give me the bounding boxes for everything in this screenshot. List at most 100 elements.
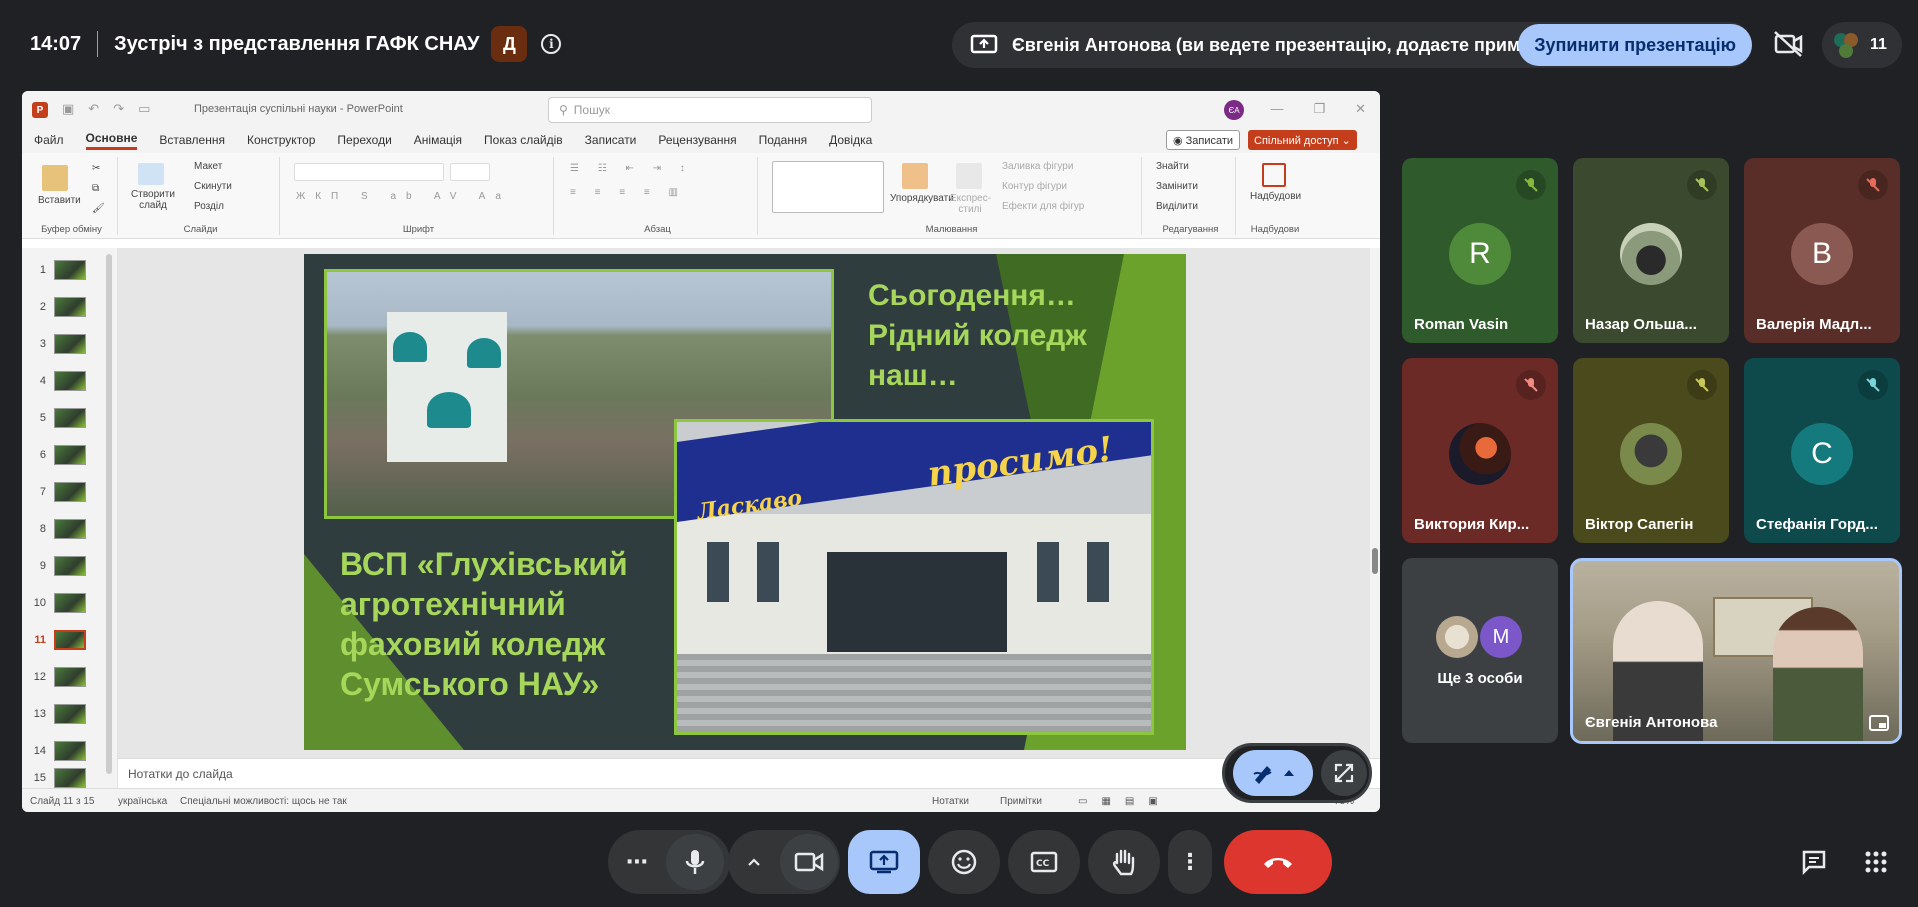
- copy-icon[interactable]: ⧉: [92, 183, 99, 194]
- thumbnail[interactable]: 8: [30, 517, 110, 541]
- present-icon[interactable]: ▭: [138, 101, 150, 117]
- addins-label[interactable]: Надбудови: [1250, 191, 1301, 202]
- captions-button[interactable]: CC: [1008, 830, 1080, 894]
- annotate-button[interactable]: [1233, 750, 1313, 796]
- thumbnail[interactable]: 4: [30, 369, 110, 393]
- mic-button[interactable]: [666, 834, 724, 890]
- notes-toggle[interactable]: Нотатки: [932, 796, 969, 807]
- thumbnail[interactable]: 6: [30, 443, 110, 467]
- shared-screen-powerpoint[interactable]: P ▣ ↶ ↷ ▭ Презентація суспільні науки - …: [22, 91, 1380, 812]
- stop-presenting-button[interactable]: Зупинити презентацію: [1518, 24, 1752, 66]
- tab-record[interactable]: Записати: [585, 133, 637, 147]
- thumbnail[interactable]: 10: [30, 591, 110, 615]
- thumbnail[interactable]: 9: [30, 554, 110, 578]
- camera-button[interactable]: [780, 834, 838, 890]
- slide-thumbnails-pane[interactable]: 1 2 3 4 5 6 7 8 9 10 11 12 13 14 15: [22, 248, 118, 788]
- tab-review[interactable]: Рецензування: [658, 133, 736, 147]
- language-indicator[interactable]: українська: [118, 796, 167, 807]
- tab-file[interactable]: Файл: [34, 133, 64, 147]
- minimize-icon[interactable]: —: [1270, 101, 1283, 117]
- slide-title[interactable]: Сьогодення… Рідний коледж наш…: [868, 276, 1087, 396]
- editor-scrollbar[interactable]: [1370, 248, 1380, 758]
- shapes-gallery[interactable]: [772, 161, 884, 213]
- addins-icon[interactable]: [1262, 163, 1286, 187]
- list-icons[interactable]: ☰ ☷ ⇤ ⇥ ↕: [570, 163, 693, 174]
- maximize-icon[interactable]: ❐: [1313, 101, 1325, 117]
- tab-animations[interactable]: Анімація: [414, 133, 462, 147]
- tab-slideshow[interactable]: Показ слайдів: [484, 133, 563, 147]
- shape-fill-button[interactable]: Заливка фігури: [1002, 161, 1073, 172]
- tab-view[interactable]: Подання: [759, 133, 807, 147]
- accessibility-status[interactable]: Спеціальні можливості: щось не так: [180, 796, 347, 807]
- thumbnail[interactable]: 13: [30, 702, 110, 726]
- info-icon[interactable]: i: [541, 34, 562, 54]
- present-screen-button[interactable]: [848, 830, 920, 894]
- participants-button[interactable]: 11: [1822, 22, 1902, 68]
- participant-tile[interactable]: C Стефанія Горд...: [1744, 358, 1900, 543]
- participant-tile[interactable]: Назар Ольша...: [1573, 158, 1729, 343]
- arrange-label[interactable]: Упорядкувати: [890, 193, 954, 204]
- layout-button[interactable]: Макет: [194, 161, 222, 172]
- undo-icon[interactable]: ↶: [88, 101, 99, 117]
- tab-design[interactable]: Конструктор: [247, 133, 315, 147]
- section-button[interactable]: Розділ: [194, 201, 224, 212]
- format-painter-icon[interactable]: 🖌: [92, 203, 105, 214]
- tab-home[interactable]: Основне: [85, 131, 138, 150]
- participant-tile[interactable]: Виктория Кир...: [1402, 358, 1558, 543]
- thumbnail[interactable]: 12: [30, 665, 110, 689]
- thumbnail[interactable]: 1: [30, 258, 110, 282]
- participant-tile[interactable]: Віктор Сапегін: [1573, 358, 1729, 543]
- thumbnail[interactable]: 7: [30, 480, 110, 504]
- thumbnail-active[interactable]: 11: [30, 628, 110, 652]
- host-badge[interactable]: Д: [491, 26, 528, 62]
- new-slide-icon[interactable]: [138, 163, 164, 185]
- participant-tile[interactable]: R Roman Vasin: [1402, 158, 1558, 343]
- record-button[interactable]: ◉ Записати: [1166, 130, 1241, 150]
- arrange-icon[interactable]: [902, 163, 928, 189]
- replace-button[interactable]: Замінити: [1156, 181, 1198, 192]
- quick-styles-icon[interactable]: [956, 163, 982, 189]
- save-icon[interactable]: ▣: [62, 101, 74, 117]
- quick-styles-label[interactable]: Експрес-стилі: [950, 193, 991, 215]
- thumbnail[interactable]: 5: [30, 406, 110, 430]
- picture-in-picture-icon[interactable]: [1869, 715, 1889, 731]
- font-size-box[interactable]: [450, 163, 490, 181]
- others-tile[interactable]: M Ще 3 особи: [1402, 558, 1558, 743]
- camera-options-button[interactable]: [728, 830, 780, 894]
- chat-button[interactable]: [1798, 846, 1830, 878]
- slide-subtitle[interactable]: ВСП «Глухівський агротехнічний фаховий к…: [340, 544, 628, 704]
- activities-button[interactable]: [1860, 846, 1892, 878]
- self-video-tile[interactable]: Євгенія Антонова: [1570, 558, 1902, 744]
- thumbnail[interactable]: 15: [30, 768, 110, 788]
- cut-icon[interactable]: ✂: [92, 163, 100, 174]
- find-button[interactable]: Знайти: [1156, 161, 1189, 172]
- more-audio-button[interactable]: ⋯: [608, 830, 666, 894]
- notes-pane[interactable]: Нотатки до слайда: [118, 758, 1380, 788]
- thumbnails-scrollbar[interactable]: [106, 254, 112, 774]
- tab-insert[interactable]: Вставлення: [159, 133, 225, 147]
- shape-effects-button[interactable]: Ефекти для фігур: [1002, 201, 1084, 212]
- reset-button[interactable]: Скинути: [194, 181, 232, 192]
- participant-tile[interactable]: B Валерія Мадл...: [1744, 158, 1900, 343]
- view-buttons[interactable]: ▭▦▤▣: [1078, 796, 1172, 807]
- scrollbar-thumb[interactable]: [1372, 548, 1378, 574]
- camera-off-icon[interactable]: [1770, 28, 1806, 60]
- redo-icon[interactable]: ↷: [113, 101, 124, 117]
- font-style-icons[interactable]: ЖКП S ab AV Aa: [296, 191, 511, 202]
- paste-icon[interactable]: [42, 165, 68, 191]
- align-icons[interactable]: ≡ ≡ ≡ ≡ ▥: [570, 187, 686, 198]
- new-slide-label[interactable]: Створити слайд: [128, 189, 178, 211]
- tab-transitions[interactable]: Переходи: [337, 133, 391, 147]
- select-button[interactable]: Виділити: [1156, 201, 1198, 212]
- slide-canvas[interactable]: Ласкаво просимо! Сьогодення… Рідний коле…: [304, 254, 1186, 750]
- thumbnail[interactable]: 2: [30, 295, 110, 319]
- comments-toggle[interactable]: Примітки: [1000, 796, 1042, 807]
- paste-label[interactable]: Вставити: [38, 195, 81, 206]
- thumbnail[interactable]: 14: [30, 739, 110, 763]
- emoji-button[interactable]: [928, 830, 1000, 894]
- more-options-button[interactable]: ⋮: [1168, 830, 1212, 894]
- close-icon[interactable]: ✕: [1355, 101, 1366, 117]
- tab-help[interactable]: Довідка: [829, 133, 872, 147]
- user-avatar[interactable]: ЄА: [1224, 100, 1244, 120]
- ppt-search-box[interactable]: ⚲ Пошук: [548, 97, 872, 123]
